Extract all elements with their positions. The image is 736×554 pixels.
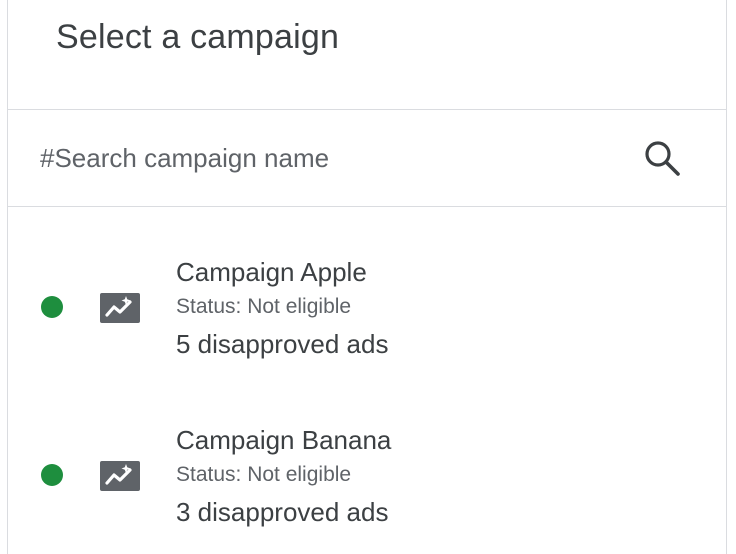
search-icon[interactable] bbox=[642, 138, 682, 178]
campaign-status: Status: Not eligible bbox=[176, 463, 352, 486]
list-item-campaign-banana[interactable]: Campaign Banana Status: Not eligible 3 d… bbox=[8, 375, 726, 535]
campaign-performance-icon bbox=[100, 293, 140, 323]
status-dot-icon bbox=[41, 296, 63, 318]
campaign-status: Status: Not eligible bbox=[176, 295, 352, 318]
search-input[interactable] bbox=[40, 138, 600, 178]
search-row bbox=[8, 110, 726, 207]
campaign-selector-panel: Select a campaign Campaign Apple Status:… bbox=[7, 0, 727, 554]
campaign-performance-icon bbox=[100, 461, 140, 491]
campaign-name: Campaign Banana bbox=[176, 425, 392, 455]
list-item-campaign-apple[interactable]: Campaign Apple Status: Not eligible 5 di… bbox=[8, 207, 726, 367]
campaign-disapproved-ads: 3 disapproved ads bbox=[176, 497, 389, 527]
status-dot-icon bbox=[41, 464, 63, 486]
campaign-name: Campaign Apple bbox=[176, 257, 367, 287]
page-title: Select a campaign bbox=[56, 18, 340, 56]
panel-header: Select a campaign bbox=[8, 0, 726, 110]
campaign-disapproved-ads: 5 disapproved ads bbox=[176, 329, 389, 359]
